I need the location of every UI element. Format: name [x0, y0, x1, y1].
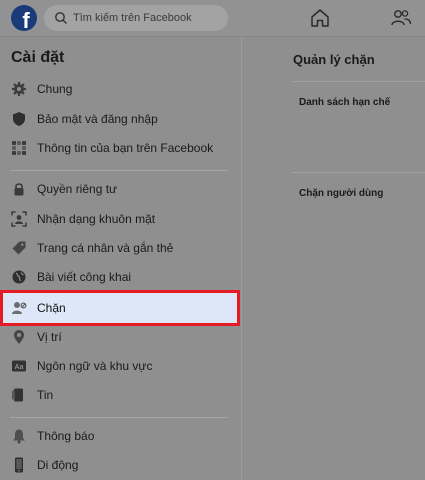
- sidebar-divider: [10, 170, 228, 171]
- facebook-logo-icon[interactable]: f: [11, 5, 37, 31]
- blocking-panel: Quản lý chặn Danh sách hạn chế Chặn ngườ…: [242, 37, 425, 480]
- sidebar-item-language-region[interactable]: Aa Ngôn ngữ và khu vực: [0, 352, 241, 380]
- bell-icon: [11, 428, 27, 444]
- restricted-list-section[interactable]: Danh sách hạn chế: [299, 97, 390, 108]
- page-title: Quản lý chặn: [293, 52, 375, 67]
- sidebar-item-label: Quyền riêng tư: [37, 182, 118, 196]
- top-bar: f: [0, 0, 425, 37]
- sidebar-item-label: Trang cá nhân và gắn thẻ: [37, 241, 174, 255]
- sidebar-item-label: Bài viết công khai: [37, 270, 132, 284]
- face-recognition-icon: [11, 211, 27, 227]
- home-icon[interactable]: [309, 7, 331, 29]
- location-pin-icon: [11, 329, 27, 345]
- sidebar-item-label: Tin: [37, 388, 54, 402]
- sidebar-item-label: Di động: [37, 458, 79, 472]
- block-users-section[interactable]: Chặn người dùng: [299, 188, 383, 199]
- sidebar-item-label: Thông báo: [37, 429, 95, 443]
- sidebar-item-profile-tagging[interactable]: Trang cá nhân và gắn thẻ: [0, 234, 241, 262]
- search-box[interactable]: [44, 5, 228, 31]
- story-icon: [11, 387, 27, 403]
- search-input[interactable]: [73, 12, 223, 24]
- sidebar-item-notifications[interactable]: Thông báo: [0, 422, 241, 450]
- sidebar-item-label: Chặn: [37, 301, 66, 315]
- sidebar-item-blocking[interactable]: Chặn: [3, 293, 237, 323]
- search-icon: [54, 11, 68, 25]
- globe-icon: [11, 269, 27, 285]
- shield-icon: [11, 111, 27, 127]
- sidebar-divider: [10, 417, 228, 418]
- sidebar-title: Cài đặt: [11, 49, 65, 66]
- section-divider: [292, 172, 425, 173]
- sidebar-item-label: Thông tin của bạn trên Facebook: [37, 141, 214, 155]
- sidebar-item-label: Chung: [37, 82, 73, 96]
- language-icon: Aa: [11, 358, 27, 374]
- gear-icon: [11, 81, 27, 97]
- grid-icon: [11, 140, 27, 156]
- settings-sidebar: Cài đặt Chung Bảo mật và đăng nhập Thông…: [0, 37, 242, 480]
- friends-icon[interactable]: [390, 7, 412, 29]
- mobile-icon: [11, 457, 27, 473]
- sidebar-item-privacy[interactable]: Quyền riêng tư: [0, 175, 241, 203]
- sidebar-item-stories[interactable]: Tin: [0, 381, 241, 409]
- sidebar-item-label: Ngôn ngữ và khu vực: [37, 359, 153, 373]
- sidebar-item-your-information[interactable]: Thông tin của bạn trên Facebook: [0, 134, 241, 162]
- block-user-icon: [11, 300, 27, 316]
- sidebar-item-location[interactable]: Vị trí: [0, 323, 241, 351]
- svg-text:Aa: Aa: [15, 364, 24, 371]
- sidebar-item-general[interactable]: Chung: [0, 75, 241, 103]
- sidebar-item-label: Bảo mật và đăng nhập: [37, 112, 158, 126]
- title-divider: [292, 81, 425, 82]
- lock-icon: [11, 181, 27, 197]
- sidebar-item-label: Nhận dạng khuôn mặt: [37, 212, 156, 226]
- sidebar-item-mobile[interactable]: Di động: [0, 451, 241, 479]
- sidebar-item-public-posts[interactable]: Bài viết công khai: [0, 263, 241, 291]
- sidebar-item-face-recognition[interactable]: Nhận dạng khuôn mặt: [0, 205, 241, 233]
- sidebar-item-security[interactable]: Bảo mật và đăng nhập: [0, 105, 241, 133]
- sidebar-item-label: Vị trí: [37, 330, 62, 344]
- tag-icon: [11, 240, 27, 256]
